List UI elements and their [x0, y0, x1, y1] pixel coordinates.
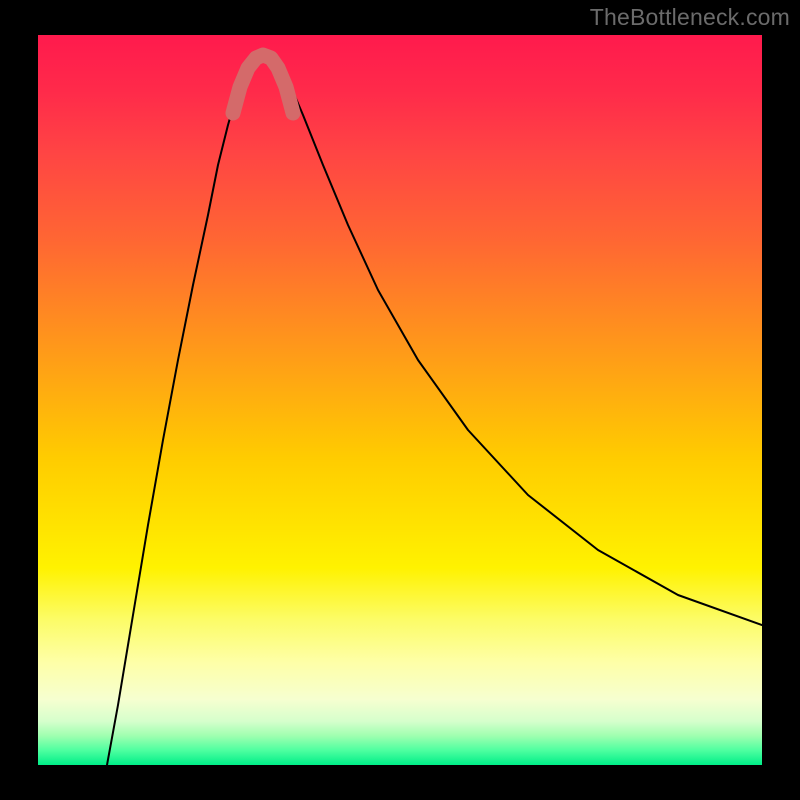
curve-layer	[38, 35, 762, 765]
plot-area	[38, 35, 762, 765]
series-minimum-highlight	[233, 55, 293, 113]
series-left-branch	[107, 65, 248, 765]
series-right-branch	[278, 65, 762, 625]
chart-frame: TheBottleneck.com	[0, 0, 800, 800]
watermark-text: TheBottleneck.com	[590, 4, 790, 31]
